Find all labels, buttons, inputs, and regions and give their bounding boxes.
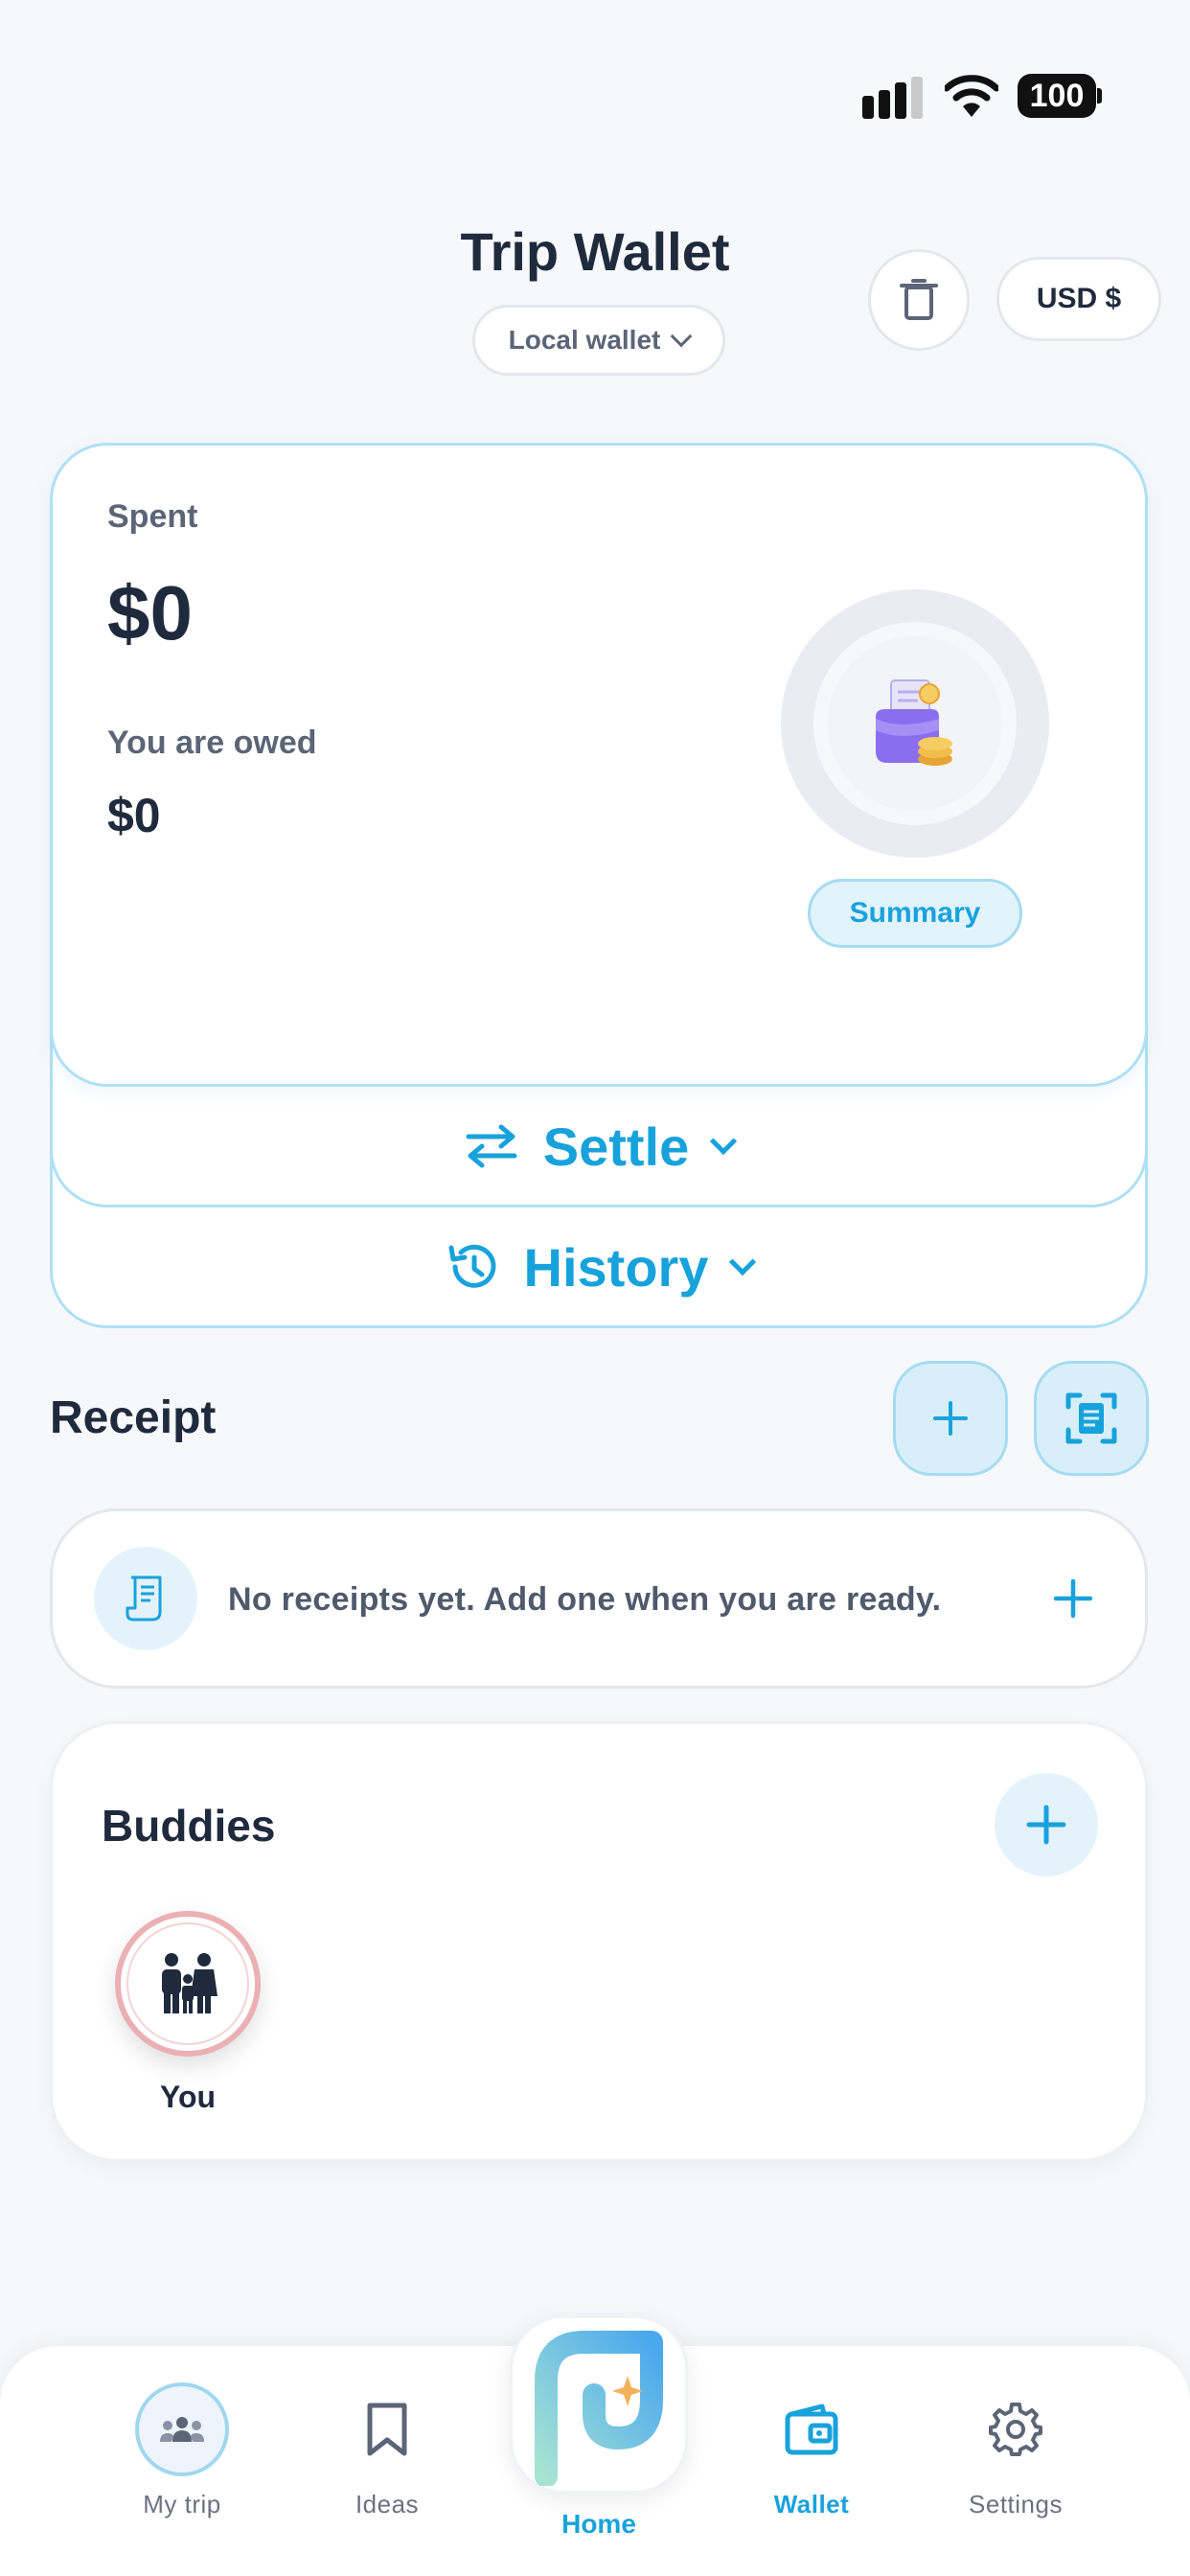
scan-receipt-button[interactable] bbox=[1034, 1361, 1149, 1476]
add-receipt-button[interactable] bbox=[893, 1361, 1008, 1476]
battery-level: 100 bbox=[1018, 74, 1096, 118]
spending-ring bbox=[781, 589, 1049, 858]
wallet-selector[interactable]: Local wallet bbox=[472, 305, 725, 376]
family-icon bbox=[162, 1953, 217, 2013]
plus-icon bbox=[1026, 1805, 1066, 1845]
wallet-icon bbox=[765, 2382, 858, 2476]
nav-item-ideas[interactable]: Ideas bbox=[301, 2382, 473, 2519]
scan-document-icon bbox=[1065, 1392, 1117, 1444]
nav-label-home: Home bbox=[561, 2509, 636, 2539]
chevron-down-icon bbox=[671, 325, 693, 348]
battery-icon: 100 bbox=[1018, 74, 1102, 118]
trash-icon bbox=[900, 279, 938, 320]
plus-icon bbox=[933, 1401, 968, 1436]
nav-label-settings: Settings bbox=[969, 2490, 1063, 2518]
add-buddy-button[interactable] bbox=[995, 1773, 1098, 1876]
wallet-selector-label: Local wallet bbox=[508, 325, 661, 355]
currency-button[interactable]: USD $ bbox=[996, 257, 1161, 341]
history-toggle[interactable]: History bbox=[50, 1221, 1148, 1313]
bookmark-icon bbox=[340, 2382, 434, 2476]
buddies-section-title: Buddies bbox=[102, 1801, 276, 1851]
receipt-icon bbox=[94, 1547, 197, 1650]
group-icon bbox=[135, 2382, 229, 2476]
settle-label: Settle bbox=[542, 1116, 690, 1177]
cellular-signal-icon bbox=[862, 77, 926, 119]
receipt-empty-message: No receipts yet. Add one when you are re… bbox=[228, 1581, 942, 1618]
home-logo-icon bbox=[535, 2331, 663, 2486]
history-label: History bbox=[523, 1236, 709, 1298]
owed-label: You are owed bbox=[107, 724, 317, 761]
nav-item-settings[interactable]: Settings bbox=[929, 2382, 1102, 2519]
wallet-coins-illustration-icon bbox=[876, 679, 952, 766]
spent-label: Spent bbox=[107, 498, 198, 535]
owed-value: $0 bbox=[107, 789, 161, 842]
summary-button[interactable]: Summary bbox=[808, 879, 1022, 948]
plus-icon bbox=[1053, 1578, 1093, 1619]
receipt-section-title: Receipt bbox=[50, 1392, 217, 1443]
nav-label-my-trip: My trip bbox=[143, 2490, 221, 2518]
status-bar bbox=[0, 0, 1190, 192]
settle-toggle[interactable]: Settle bbox=[50, 1100, 1148, 1192]
buddy-name: You bbox=[159, 2080, 217, 2114]
delete-button[interactable] bbox=[868, 249, 970, 351]
add-receipt-inline-button[interactable] bbox=[1044, 1570, 1102, 1627]
nav-item-home[interactable] bbox=[510, 2315, 688, 2494]
chevron-down-icon bbox=[710, 1127, 738, 1156]
nav-label-ideas: Ideas bbox=[355, 2490, 420, 2518]
gear-icon bbox=[969, 2382, 1063, 2476]
nav-label-wallet: Wallet bbox=[773, 2490, 850, 2518]
swap-arrows-icon bbox=[466, 1124, 517, 1168]
chevron-down-icon bbox=[729, 1248, 757, 1276]
nav-item-my-trip[interactable]: My trip bbox=[96, 2382, 268, 2519]
spent-value: $0 bbox=[107, 570, 193, 656]
nav-item-wallet[interactable]: Wallet bbox=[725, 2382, 898, 2519]
history-clock-icon bbox=[448, 1244, 496, 1288]
wifi-icon bbox=[943, 75, 1000, 119]
buddy-avatar[interactable] bbox=[115, 1911, 261, 2057]
